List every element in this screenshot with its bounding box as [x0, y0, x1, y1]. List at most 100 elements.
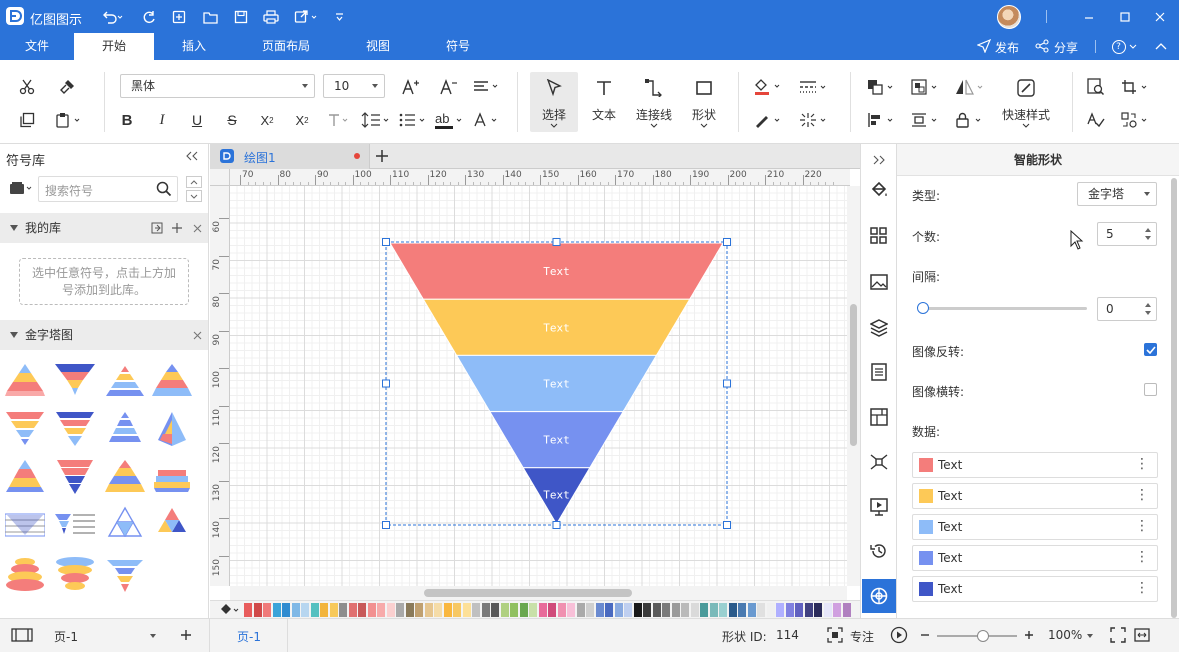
quick-style-button[interactable]: 快速样式	[996, 72, 1056, 132]
close-section-icon[interactable]	[191, 329, 203, 341]
color-swatch[interactable]	[367, 603, 376, 617]
zoom-slider-thumb[interactable]	[977, 630, 989, 642]
color-swatch[interactable]	[690, 603, 699, 617]
text-highlight-icon[interactable]: ab	[434, 109, 464, 133]
close-library-icon[interactable]	[191, 222, 203, 234]
color-swatch[interactable]	[795, 603, 803, 617]
format-painter-icon[interactable]	[56, 76, 78, 98]
pyramid-thumb-15[interactable]	[105, 506, 145, 544]
spell-check-icon[interactable]	[1084, 109, 1108, 131]
color-swatch[interactable]	[747, 603, 756, 617]
data-item-5[interactable]: Text ⋮	[912, 576, 1158, 602]
print-icon[interactable]	[262, 8, 280, 26]
color-swatch[interactable]	[757, 603, 765, 617]
gap-slider-track[interactable]	[919, 307, 1087, 310]
data-item-text[interactable]: Text	[938, 577, 962, 601]
line-color-icon[interactable]	[752, 109, 784, 131]
color-swatch[interactable]	[481, 603, 490, 617]
line-style-icon[interactable]	[798, 76, 830, 98]
pyramid-thumb-16[interactable]	[152, 506, 192, 544]
mindmap-panel-icon[interactable]	[869, 452, 889, 472]
color-swatch[interactable]	[538, 603, 547, 617]
color-swatch[interactable]	[491, 603, 499, 617]
color-swatch[interactable]	[557, 603, 566, 617]
color-swatch[interactable]	[348, 603, 357, 617]
more-options-icon[interactable]: ⋮	[1135, 453, 1149, 475]
color-swatch[interactable]	[919, 489, 933, 503]
focus-label[interactable]: 专注	[850, 628, 874, 645]
bring-front-icon[interactable]	[866, 76, 898, 98]
export-icon[interactable]	[293, 8, 321, 26]
color-swatch[interactable]	[548, 603, 556, 617]
color-swatch[interactable]	[263, 603, 271, 617]
pyramid-thumb-5[interactable]	[5, 410, 45, 448]
tab-file[interactable]: 文件	[0, 33, 74, 60]
color-swatch[interactable]	[595, 603, 604, 617]
data-item-text[interactable]: Text	[938, 515, 962, 539]
help-icon[interactable]: ?	[1110, 38, 1138, 55]
flip-checkbox[interactable]	[1144, 343, 1157, 356]
close-icon[interactable]	[1151, 8, 1169, 26]
chevron-down-icon[interactable]	[1087, 634, 1093, 638]
new-file-icon[interactable]	[170, 8, 188, 26]
share-icon[interactable]	[1034, 38, 1050, 54]
data-item-1[interactable]: Text ⋮	[912, 452, 1158, 478]
customize-toolbar-icon[interactable]	[333, 9, 345, 25]
layers-panel-icon[interactable]	[869, 318, 889, 338]
minimize-icon[interactable]	[1080, 8, 1098, 26]
image-panel-icon[interactable]	[869, 272, 889, 292]
grid-panel-icon[interactable]	[869, 226, 889, 246]
pyramid-level-label[interactable]: Text	[543, 489, 570, 502]
resize-handle[interactable]	[382, 521, 390, 529]
cut-icon[interactable]	[16, 76, 38, 98]
pyramid-thumb-2[interactable]	[55, 362, 95, 400]
color-swatch[interactable]	[605, 603, 613, 617]
maximize-icon[interactable]	[1116, 8, 1134, 26]
text-case-icon[interactable]	[326, 109, 354, 131]
focus-icon[interactable]	[826, 627, 844, 643]
vertical-scrollbar[interactable]	[847, 186, 860, 586]
distribute-icon[interactable]	[910, 109, 942, 131]
tab-view[interactable]: 视图	[338, 33, 418, 60]
panel-scrollbar[interactable]	[1171, 178, 1177, 618]
type-select[interactable]: 金字塔	[1077, 182, 1157, 206]
page-tab[interactable]: 页-1	[237, 628, 261, 645]
color-swatch[interactable]	[681, 603, 689, 617]
color-swatch[interactable]	[766, 603, 775, 617]
pyramid-thumb-12[interactable]	[152, 458, 192, 496]
color-swatch[interactable]	[472, 603, 480, 617]
add-icon[interactable]	[170, 221, 184, 235]
expand-panel-icon[interactable]	[870, 152, 888, 168]
color-swatch[interactable]	[633, 603, 642, 617]
data-item-text[interactable]: Text	[938, 453, 962, 477]
symbol-search-input[interactable]: 搜索符号	[38, 176, 178, 202]
font-color-icon[interactable]	[472, 109, 502, 131]
color-swatch[interactable]	[576, 603, 585, 617]
data-item-2[interactable]: Text ⋮	[912, 483, 1158, 509]
color-swatch[interactable]	[814, 603, 822, 617]
inverted-pyramid-shape[interactable]: Text Text Text Text Text	[230, 186, 847, 586]
vertical-scroll-thumb[interactable]	[850, 304, 857, 446]
data-item-text[interactable]: Text	[938, 546, 962, 570]
strikethrough-icon[interactable]: S	[221, 109, 243, 131]
fill-color-icon[interactable]	[752, 76, 784, 98]
crop-icon[interactable]	[1120, 76, 1152, 98]
tab-home[interactable]: 开始	[74, 33, 154, 60]
page-layout-icon[interactable]	[10, 627, 34, 643]
stepper-down-icon[interactable]	[1145, 311, 1151, 315]
pyramid-level-label[interactable]: Text	[543, 265, 570, 278]
scroll-up-icon[interactable]	[186, 176, 202, 188]
more-options-icon[interactable]: ⋮	[1135, 546, 1149, 568]
horizontal-scroll-thumb[interactable]	[424, 589, 632, 597]
more-options-icon[interactable]: ⋮	[1135, 515, 1149, 537]
fill-panel-icon[interactable]	[869, 180, 889, 200]
bullet-list-icon[interactable]	[398, 109, 428, 131]
redo-icon[interactable]	[140, 8, 158, 26]
color-swatch[interactable]	[272, 603, 281, 617]
color-swatch[interactable]	[919, 458, 933, 472]
color-swatch[interactable]	[671, 603, 680, 617]
collapse-panel-icon[interactable]	[184, 148, 200, 164]
color-swatch[interactable]	[833, 603, 841, 617]
bold-icon[interactable]: B	[116, 109, 138, 131]
tab-symbol[interactable]: 符号	[418, 33, 498, 60]
